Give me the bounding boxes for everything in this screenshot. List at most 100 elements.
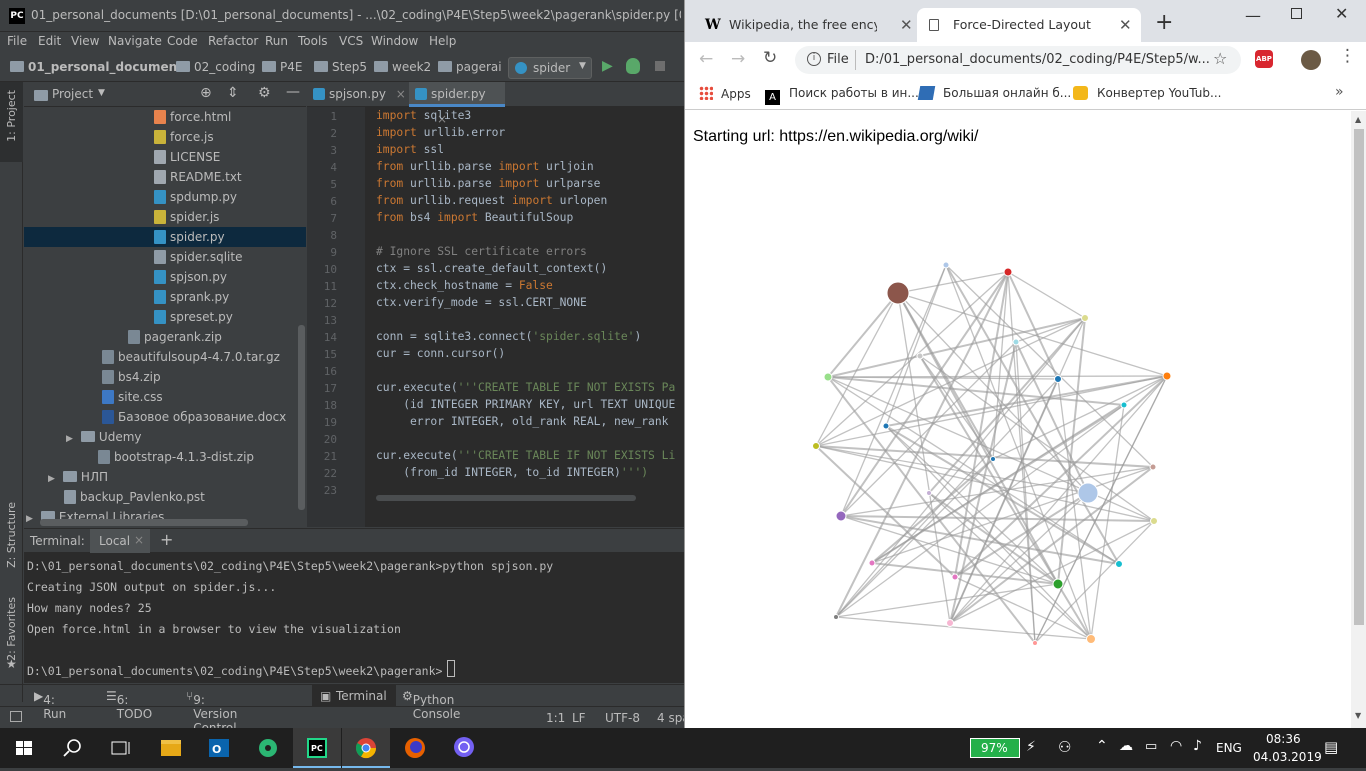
gear-icon[interactable]: ⚙: [258, 85, 271, 101]
tree-item[interactable]: spider.sqlite: [154, 247, 242, 267]
chevron-up-icon[interactable]: ⌃: [1096, 738, 1108, 754]
graph-node[interactable]: [1012, 338, 1020, 346]
close-icon[interactable]: ×: [396, 87, 406, 101]
bookmark-item[interactable]: Большая онлайн б...: [917, 86, 1071, 100]
tab-spider[interactable]: spider.py ×: [409, 82, 505, 126]
power-plug-icon[interactable]: ⚡: [1026, 739, 1036, 755]
tool-toggle-icon[interactable]: [10, 711, 22, 722]
scroll-down-icon[interactable]: ▼: [1355, 711, 1361, 720]
graph-node[interactable]: [926, 490, 932, 496]
graph-node[interactable]: [886, 281, 910, 305]
firefox-button[interactable]: [391, 728, 439, 768]
graph-node[interactable]: [1052, 578, 1064, 590]
tree-item[interactable]: spjson.py: [154, 267, 227, 287]
menu-item-view[interactable]: View: [71, 34, 99, 48]
menu-item-window[interactable]: Window: [371, 34, 418, 48]
terminal-tool-button[interactable]: ▣ Terminal: [312, 685, 396, 706]
tree-item[interactable]: force.html: [154, 107, 231, 127]
breadcrumb[interactable]: P4E: [262, 60, 302, 74]
vcs-tool-button[interactable]: ⑂ 9: Version Control: [186, 689, 237, 735]
outlook-button[interactable]: O: [195, 728, 243, 768]
info-icon[interactable]: i: [807, 52, 821, 66]
breadcrumb[interactable]: week2: [374, 60, 431, 74]
tree-item[interactable]: spreset.py: [154, 307, 233, 327]
address-bar[interactable]: i File D:/01_personal_documents/02_codin…: [795, 46, 1241, 74]
menu-item-code[interactable]: Code: [167, 34, 198, 48]
reload-icon[interactable]: ↻: [763, 48, 777, 68]
minimize-icon[interactable]: —: [286, 84, 300, 100]
tree-item[interactable]: site.css: [102, 387, 163, 407]
breadcrumb-root[interactable]: 01_personal_documents: [10, 60, 190, 74]
tree-item[interactable]: spider.js: [154, 207, 219, 227]
bookmark-item[interactable]: A Поиск работы в ин...: [765, 86, 919, 105]
graph-node[interactable]: [1077, 482, 1099, 504]
tree-item[interactable]: ▶ НЛП: [48, 467, 108, 487]
run-icon[interactable]: ▶: [602, 58, 613, 74]
tree-item[interactable]: LICENSE: [154, 147, 220, 167]
tree-item[interactable]: Базовое образование.docx: [102, 407, 286, 427]
people-icon[interactable]: ⚇: [1058, 738, 1071, 756]
terminal-output[interactable]: D:\01_personal_documents\02_coding\P4E\S…: [24, 553, 684, 683]
new-tab-icon[interactable]: +: [1155, 10, 1173, 35]
close-icon[interactable]: ×: [134, 533, 144, 547]
tree-item[interactable]: force.js: [154, 127, 214, 147]
clock-time[interactable]: 08:36: [1266, 732, 1301, 746]
tree-item[interactable]: README.txt: [154, 167, 242, 187]
page-scrollbar[interactable]: ▲ ▼: [1351, 111, 1366, 728]
graph-node[interactable]: [812, 442, 820, 450]
tab-wikipedia[interactable]: W Wikipedia, the free encyclopedi ✕: [695, 8, 915, 42]
breadcrumb[interactable]: 02_coding: [176, 60, 255, 74]
new-terminal-icon[interactable]: +: [160, 530, 173, 549]
indent-setting[interactable]: 4 spa: [657, 711, 684, 725]
more-bookmarks-icon[interactable]: »: [1335, 84, 1344, 100]
graph-node[interactable]: [1003, 267, 1013, 277]
bookmark-apps[interactable]: Apps: [699, 86, 751, 101]
chevron-down-icon[interactable]: ▼: [98, 88, 105, 98]
graph-node[interactable]: [990, 456, 996, 462]
battery-indicator[interactable]: 97%: [970, 738, 1020, 758]
adblock-icon[interactable]: ABP: [1255, 50, 1273, 68]
stop-icon[interactable]: [655, 61, 665, 71]
graph-node[interactable]: [946, 619, 954, 627]
close-window-icon[interactable]: ✕: [1335, 4, 1348, 23]
graph-node[interactable]: [835, 510, 847, 522]
language-indicator[interactable]: ENG: [1216, 741, 1242, 755]
tree-hscrollbar[interactable]: [40, 519, 248, 526]
url-text[interactable]: D:/01_personal_documents/02_coding/P4E/S…: [865, 52, 1210, 67]
wifi-icon[interactable]: ◠: [1170, 738, 1182, 754]
tab-spjson[interactable]: spjson.py ×: [307, 82, 407, 107]
graph-node[interactable]: [882, 422, 890, 430]
clock-date[interactable]: 04.03.2019: [1253, 750, 1322, 764]
graph-node[interactable]: [1150, 517, 1158, 525]
close-icon[interactable]: ✕: [900, 8, 913, 42]
tree-item[interactable]: spdump.py: [154, 187, 237, 207]
collapse-icon[interactable]: ⇕: [227, 85, 239, 101]
tree-item[interactable]: pagerank.zip: [128, 327, 222, 347]
volume-icon[interactable]: ♪: [1193, 738, 1202, 754]
graph-node[interactable]: [916, 352, 924, 360]
viber-button[interactable]: [440, 728, 488, 768]
graph-node[interactable]: [1162, 371, 1172, 381]
graph-node[interactable]: [868, 559, 876, 567]
tree-item[interactable]: beautifulsoup4-4.7.0.tar.gz: [102, 347, 280, 367]
bookmark-item[interactable]: Конвертер YouTub...: [1073, 86, 1221, 100]
expand-arrow-icon[interactable]: ▶: [66, 434, 73, 444]
breadcrumb[interactable]: Step5: [314, 60, 367, 74]
graph-node[interactable]: [942, 261, 950, 269]
menu-item-help[interactable]: Help: [429, 34, 456, 48]
tree-item[interactable]: sprank.py: [154, 287, 229, 307]
bookmark-star-icon[interactable]: ☆: [1213, 49, 1227, 68]
expand-arrow-icon[interactable]: ▶: [26, 514, 33, 524]
debug-icon[interactable]: [626, 58, 640, 74]
menu-item-refactor[interactable]: Refactor: [208, 34, 258, 48]
forward-icon[interactable]: →: [731, 49, 745, 69]
project-tool-tab[interactable]: 1: Project: [0, 82, 23, 162]
tree-scrollbar[interactable]: [298, 325, 305, 510]
run-config-select[interactable]: spider ▼: [508, 57, 592, 79]
menu-icon[interactable]: ⋮: [1339, 46, 1356, 66]
notifications-icon[interactable]: ▤: [1324, 738, 1338, 756]
menu-item-tools[interactable]: Tools: [298, 34, 328, 48]
graph-node[interactable]: [1054, 375, 1062, 383]
chrome-button[interactable]: [342, 728, 390, 768]
python-console-button[interactable]: ⚙ Python Console: [402, 689, 460, 721]
